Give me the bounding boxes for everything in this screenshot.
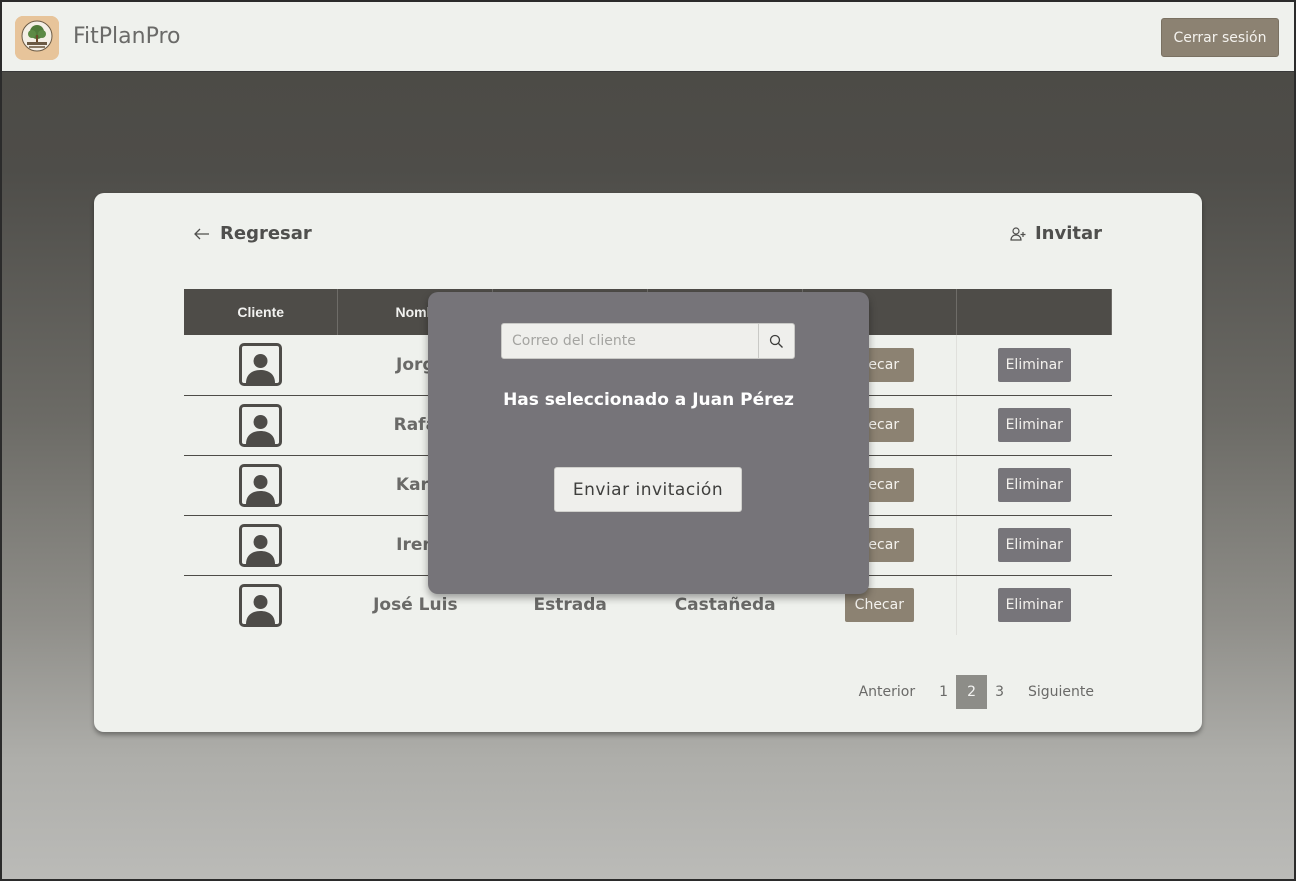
pagination: Anterior 1 2 3 Siguiente (851, 675, 1102, 709)
delete-button[interactable]: Eliminar (997, 528, 1071, 562)
search-icon (769, 334, 783, 348)
user-placeholder-icon (246, 354, 276, 384)
user-placeholder-icon (246, 594, 276, 624)
client-email-search (501, 323, 795, 359)
pagination-previous[interactable]: Anterior (851, 675, 924, 709)
send-invitation-button[interactable]: Enviar invitación (554, 467, 742, 512)
avatar (239, 463, 283, 507)
column-header-client: Cliente (184, 289, 339, 335)
brand-name: FitPlanPro (73, 24, 181, 49)
selected-client-text: Has seleccionado a Juan Pérez (503, 390, 794, 410)
avatar (239, 403, 283, 447)
pagination-next[interactable]: Siguiente (1020, 675, 1102, 709)
back-link[interactable]: Regresar (194, 223, 312, 244)
search-button[interactable] (758, 324, 794, 358)
delete-button[interactable]: Eliminar (997, 468, 1071, 502)
pagination-page-3[interactable]: 3 (987, 675, 1012, 709)
pagination-page-1[interactable]: 1 (931, 675, 956, 709)
user-placeholder-icon (246, 534, 276, 564)
avatar (239, 523, 283, 567)
invite-modal: Has seleccionado a Juan Pérez Enviar inv… (428, 292, 869, 594)
back-label: Regresar (220, 223, 312, 244)
invite-button[interactable]: Invitar (1010, 223, 1102, 244)
arrow-left-icon (194, 228, 209, 239)
avatar (239, 343, 283, 387)
tree-logo-icon (15, 16, 59, 60)
client-email-input[interactable] (502, 324, 758, 358)
column-header-6 (956, 289, 1112, 335)
user-placeholder-icon (246, 474, 276, 504)
delete-button[interactable]: Eliminar (997, 408, 1071, 442)
pagination-page-2-active[interactable]: 2 (956, 675, 988, 709)
delete-button[interactable]: Eliminar (997, 347, 1071, 382)
user-placeholder-icon (246, 414, 276, 444)
invite-label: Invitar (1034, 223, 1102, 244)
logout-button[interactable]: Cerrar sesión (1161, 18, 1279, 57)
top-navbar: FitPlanPro Cerrar sesión (2, 2, 1294, 72)
delete-button[interactable]: Eliminar (997, 588, 1071, 623)
app-logo[interactable] (15, 16, 59, 60)
add-user-icon (1010, 226, 1026, 241)
avatar (239, 583, 283, 627)
